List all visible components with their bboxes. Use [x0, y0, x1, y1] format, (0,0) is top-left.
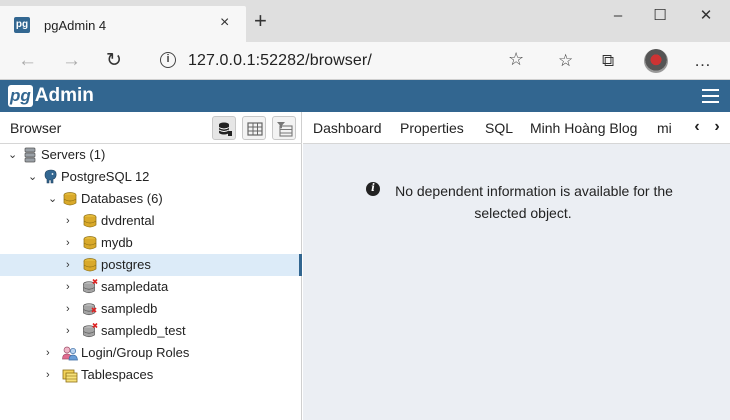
- favorite-star-icon[interactable]: ☆: [508, 49, 524, 70]
- chevron-right-icon[interactable]: ›: [66, 214, 76, 228]
- maximize-icon[interactable]: ☐: [650, 6, 670, 26]
- tree-node-label: mydb: [101, 235, 133, 250]
- hamburger-menu-icon[interactable]: [702, 89, 719, 103]
- minimize-icon[interactable]: –: [608, 6, 628, 26]
- address-text[interactable]: 127.0.0.1:52282/browser/: [188, 52, 372, 70]
- tree-node-label: Login/Group Roles: [81, 345, 190, 360]
- tree-node-label: PostgreSQL 12: [61, 169, 150, 184]
- browser-panel-header: Browser: [0, 112, 302, 144]
- chevron-down-icon[interactable]: ⌄: [28, 170, 38, 184]
- databases-icon: [63, 192, 77, 206]
- tab-title: pgAdmin 4: [44, 18, 107, 33]
- tree-node-label: sampledb_test: [101, 323, 186, 338]
- address-bar[interactable]: i 127.0.0.1:52282/browser/ ☆: [146, 46, 540, 76]
- servers-icon: [24, 147, 36, 163]
- view-data-button[interactable]: [242, 116, 266, 140]
- chevron-right-icon[interactable]: ›: [66, 280, 76, 294]
- tablespaces-icon: [62, 369, 78, 383]
- tab-truncated[interactable]: mi: [657, 120, 672, 136]
- tab-scroll-right-icon[interactable]: ›: [707, 118, 727, 136]
- database-disconnected-icon: [83, 303, 97, 316]
- chevron-right-icon[interactable]: ›: [46, 368, 56, 382]
- roles-icon: [62, 346, 78, 361]
- tree-node-tablespaces[interactable]: › Tablespaces: [0, 364, 302, 386]
- database-disconnected-icon: [83, 279, 98, 294]
- database-query-icon: [218, 122, 232, 136]
- tree-node-sampledb-test[interactable]: › sampledb_test: [0, 320, 302, 342]
- database-icon: [83, 236, 97, 250]
- tree-node-label: Servers (1): [41, 147, 106, 162]
- site-info-icon[interactable]: i: [160, 52, 176, 68]
- database-icon: [83, 258, 97, 272]
- tree-node-mydb[interactable]: › mydb: [0, 232, 302, 254]
- browser-panel: Browser ⌄ Servers (1) ⌄ PostgreSQL 12 ⌄ …: [0, 112, 302, 420]
- database-icon: [83, 214, 97, 228]
- forward-icon[interactable]: →: [62, 51, 81, 71]
- window-close-icon[interactable]: ✕: [696, 6, 716, 26]
- tree-node-label: Databases (6): [81, 191, 163, 206]
- chevron-right-icon[interactable]: ›: [66, 258, 76, 272]
- database-disconnected-icon: [83, 323, 98, 338]
- collections-icon[interactable]: ⧉: [602, 51, 614, 71]
- browser-tab-bar: pg pgAdmin 4 × + – ☐ ✕: [0, 0, 730, 42]
- pgadmin-logo: pg Admin: [8, 84, 94, 108]
- tree-node-databases[interactable]: ⌄ Databases (6): [0, 188, 302, 210]
- browser-tab[interactable]: pg pgAdmin 4 ×: [0, 6, 246, 42]
- favorites-icon[interactable]: ☆: [558, 51, 573, 71]
- chevron-right-icon[interactable]: ›: [46, 346, 56, 360]
- chevron-down-icon[interactable]: ⌄: [8, 148, 18, 162]
- dependents-panel: Dashboard Properties SQL Minh Hoàng Blog…: [303, 112, 730, 420]
- tab-minh-hoang-blog[interactable]: Minh Hoàng Blog: [530, 120, 637, 136]
- new-tab-icon[interactable]: +: [254, 10, 267, 32]
- filtered-rows-button[interactable]: [272, 116, 296, 140]
- tree-node-login-group-roles[interactable]: › Login/Group Roles: [0, 342, 302, 364]
- tree-node-servers[interactable]: ⌄ Servers (1): [0, 144, 302, 166]
- panel-tabs: Dashboard Properties SQL Minh Hoàng Blog…: [303, 112, 730, 144]
- message-text: No dependent information is available fo…: [395, 183, 673, 221]
- chevron-right-icon[interactable]: ›: [66, 236, 76, 250]
- tab-sql[interactable]: SQL: [485, 120, 513, 136]
- tree-node-label: Tablespaces: [81, 367, 154, 382]
- more-menu-icon[interactable]: …: [694, 51, 711, 71]
- no-dependents-message: No dependent information is available fo…: [363, 180, 683, 224]
- filter-table-icon: [277, 122, 293, 137]
- browser-panel-title: Browser: [10, 120, 62, 136]
- tree-node-dvdrental[interactable]: › dvdrental: [0, 210, 302, 232]
- query-tool-button[interactable]: [212, 116, 236, 140]
- pgadmin-favicon-icon: pg: [14, 17, 30, 33]
- tree-node-postgresql-12[interactable]: ⌄ PostgreSQL 12: [0, 166, 302, 188]
- browser-toolbar: ← → ↻ i 127.0.0.1:52282/browser/ ☆ ☆ ⧉ …: [0, 42, 730, 80]
- tree-node-sampledb[interactable]: › sampledb: [0, 298, 302, 320]
- table-grid-icon: [247, 122, 263, 136]
- tab-properties[interactable]: Properties: [400, 120, 464, 136]
- tree-node-label: postgres: [101, 257, 151, 272]
- tree-node-label: dvdrental: [101, 213, 155, 228]
- tree-node-postgres[interactable]: › postgres: [0, 254, 302, 276]
- chevron-down-icon[interactable]: ⌄: [48, 192, 58, 206]
- tree-node-sampledata[interactable]: › sampledata: [0, 276, 302, 298]
- pgadmin-header: pg Admin: [0, 80, 730, 112]
- tree-node-label: sampledata: [101, 279, 169, 294]
- logo-pg: pg: [8, 85, 33, 107]
- refresh-icon[interactable]: ↻: [106, 51, 122, 71]
- chevron-right-icon[interactable]: ›: [66, 302, 76, 316]
- back-icon[interactable]: ←: [18, 51, 37, 71]
- tab-scroll-left-icon[interactable]: ‹: [685, 118, 709, 136]
- postgres-elephant-icon: [44, 169, 57, 184]
- profile-avatar[interactable]: [644, 49, 668, 73]
- logo-admin: Admin: [34, 85, 94, 106]
- tree-node-label: sampledb: [101, 301, 158, 316]
- close-tab-icon[interactable]: ×: [220, 14, 229, 32]
- chevron-right-icon[interactable]: ›: [66, 324, 76, 338]
- tab-dashboard[interactable]: Dashboard: [313, 120, 382, 136]
